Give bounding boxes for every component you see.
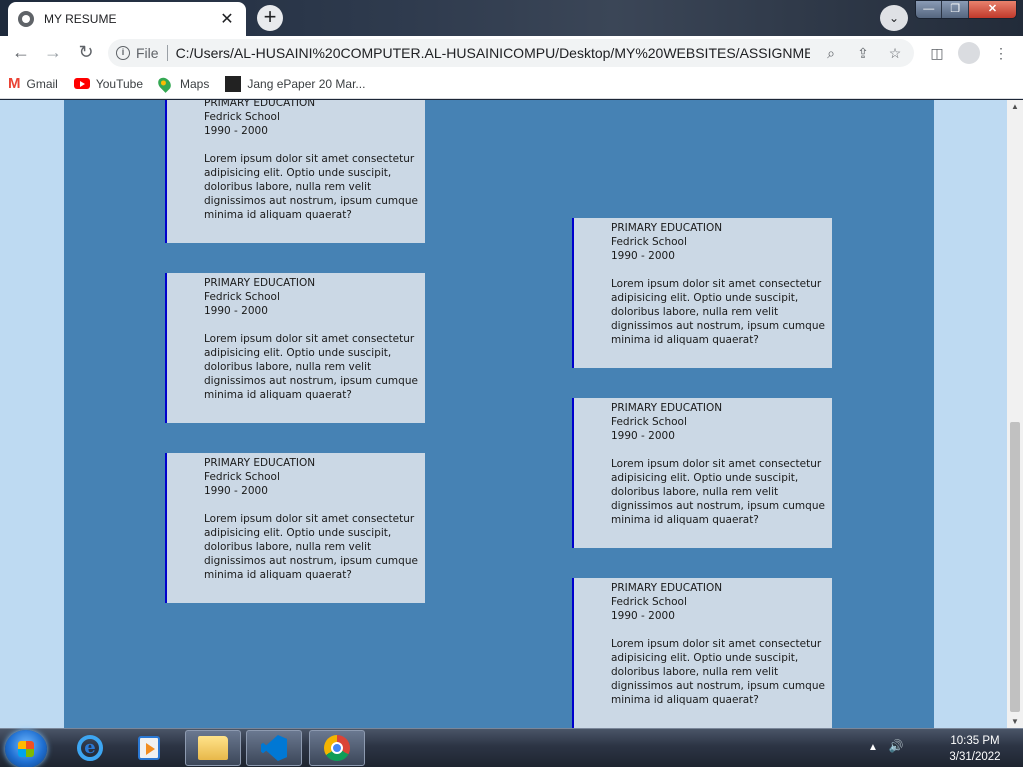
card-description: Lorem ipsum dolor sit amet consectetur a…: [611, 638, 825, 706]
card-years: 1990 - 2000: [611, 250, 675, 262]
back-button[interactable]: ←: [9, 40, 33, 64]
education-card: PRIMARY EDUCATION Fedrick School 1990 - …: [165, 273, 425, 423]
taskbar-media-player[interactable]: [121, 730, 177, 766]
bookmark-label: Gmail: [26, 76, 58, 91]
browser-tab[interactable]: MY RESUME ✕: [8, 2, 246, 36]
forward-button[interactable]: →: [41, 40, 65, 64]
card-years: 1990 - 2000: [204, 125, 268, 137]
scroll-down-arrow-icon[interactable]: ▼: [1011, 717, 1019, 726]
file-explorer-icon: [198, 736, 228, 760]
youtube-icon: [73, 78, 90, 89]
bookmarks-bar: M Gmail YouTube Maps Jang ePaper 20 Mar.…: [0, 69, 1023, 99]
card-title: PRIMARY EDUCATION: [204, 100, 316, 109]
vscode-icon: [261, 735, 287, 761]
resume-content: PRIMARY EDUCATION Fedrick School 1990 - …: [64, 100, 934, 728]
card-school: Fedrick School: [611, 596, 687, 608]
bookmark-star-icon[interactable]: ☆: [884, 45, 906, 62]
address-separator: [166, 45, 168, 61]
info-icon[interactable]: i: [116, 46, 130, 60]
bookmark-label: Maps: [180, 76, 210, 91]
card-school: Fedrick School: [204, 291, 280, 303]
address-bar[interactable]: i File C:/Users/AL-HUSAINI%20COMPUTER.AL…: [108, 39, 914, 67]
clock-time: 10:35 PM: [950, 735, 1000, 747]
card-title: PRIMARY EDUCATION: [611, 582, 723, 594]
bookmark-label: Jang ePaper 20 Mar...: [247, 76, 366, 91]
card-years: 1990 - 2000: [611, 430, 675, 442]
maximize-button[interactable]: ❐: [942, 1, 969, 18]
system-clock[interactable]: 10:35 PM 3/31/2022: [940, 733, 1010, 765]
taskbar-chrome[interactable]: [309, 730, 365, 766]
windows-taskbar: e ▲ 🔊 10:35 PM 3/31/2022: [0, 728, 1023, 767]
education-card: PRIMARY EDUCATION Fedrick School 1990 - …: [572, 218, 832, 368]
bookmark-maps[interactable]: Maps: [155, 74, 210, 93]
page-scrollbar[interactable]: ▲ ▼: [1007, 100, 1023, 728]
card-title: PRIMARY EDUCATION: [204, 457, 316, 469]
card-years: 1990 - 2000: [204, 305, 268, 317]
maps-icon: [155, 74, 174, 93]
education-card: PRIMARY EDUCATION Fedrick School 1990 - …: [165, 100, 425, 243]
scrollbar-thumb[interactable]: [1010, 422, 1020, 712]
share-icon[interactable]: ⇪: [852, 45, 874, 62]
card-years: 1990 - 2000: [204, 485, 268, 497]
volume-icon[interactable]: 🔊: [889, 739, 904, 753]
side-panel-icon[interactable]: ◫: [927, 42, 947, 64]
taskbar-file-explorer[interactable]: [185, 730, 241, 766]
reload-button[interactable]: ↻: [74, 40, 98, 64]
card-years: 1990 - 2000: [611, 610, 675, 622]
card-title: PRIMARY EDUCATION: [611, 222, 723, 234]
url-text[interactable]: C:/Users/AL-HUSAINI%20COMPUTER.AL-HUSAIN…: [176, 45, 810, 61]
card-description: Lorem ipsum dolor sit amet consectetur a…: [611, 458, 825, 526]
education-card: PRIMARY EDUCATION Fedrick School 1990 - …: [572, 398, 832, 548]
chrome-icon: [324, 735, 350, 761]
new-tab-button[interactable]: +: [257, 5, 283, 31]
gmail-icon: M: [8, 75, 21, 92]
education-card: PRIMARY EDUCATION Fedrick School 1990 - …: [572, 578, 832, 728]
tab-title: MY RESUME: [44, 12, 117, 26]
card-description: Lorem ipsum dolor sit amet consectetur a…: [611, 278, 825, 346]
card-description: Lorem ipsum dolor sit amet consectetur a…: [204, 513, 418, 581]
show-hidden-icons-arrow-icon[interactable]: ▲: [868, 742, 878, 753]
media-player-icon: [138, 736, 160, 760]
card-title: PRIMARY EDUCATION: [611, 402, 723, 414]
file-label: File: [136, 45, 159, 61]
card-school: Fedrick School: [204, 471, 280, 483]
scroll-up-arrow-icon[interactable]: ▲: [1011, 102, 1019, 111]
close-window-button[interactable]: ✕: [968, 1, 1016, 18]
card-description: Lorem ipsum dolor sit amet consectetur a…: [204, 153, 418, 221]
browser-titlebar: MY RESUME ✕ + ⌄ — ❐ ✕: [0, 0, 1023, 36]
bookmark-jang[interactable]: Jang ePaper 20 Mar...: [225, 75, 366, 92]
taskbar-vscode[interactable]: [246, 730, 302, 766]
tab-close-icon[interactable]: ✕: [218, 9, 236, 29]
bookmark-label: YouTube: [95, 76, 143, 91]
window-controls: — ❐ ✕: [915, 0, 1017, 19]
internet-explorer-icon: e: [77, 735, 103, 761]
jang-icon: [225, 75, 242, 92]
system-tray: ▲ 🔊: [868, 739, 904, 753]
tab-search-button[interactable]: ⌄: [880, 5, 908, 31]
clock-date: 3/31/2022: [949, 751, 1001, 763]
menu-icon[interactable]: ⋮: [992, 42, 1010, 64]
browser-toolbar: ← → ↻ i File C:/Users/AL-HUSAINI%20COMPU…: [0, 36, 1023, 69]
minimize-button[interactable]: —: [916, 1, 943, 18]
card-school: Fedrick School: [611, 236, 687, 248]
globe-icon: [18, 11, 34, 27]
profile-avatar[interactable]: [958, 42, 980, 64]
page-viewport: PRIMARY EDUCATION Fedrick School 1990 - …: [0, 100, 1007, 728]
taskbar-internet-explorer[interactable]: e: [62, 730, 118, 766]
card-school: Fedrick School: [611, 416, 687, 428]
card-description: Lorem ipsum dolor sit amet consectetur a…: [204, 333, 418, 401]
start-button[interactable]: [5, 730, 47, 767]
bookmark-youtube[interactable]: YouTube: [73, 76, 143, 91]
education-card: PRIMARY EDUCATION Fedrick School 1990 - …: [165, 453, 425, 603]
bookmark-gmail[interactable]: M Gmail: [8, 75, 58, 92]
card-title: PRIMARY EDUCATION: [204, 277, 316, 289]
zoom-icon[interactable]: ⌕: [820, 45, 842, 62]
card-school: Fedrick School: [204, 111, 280, 123]
